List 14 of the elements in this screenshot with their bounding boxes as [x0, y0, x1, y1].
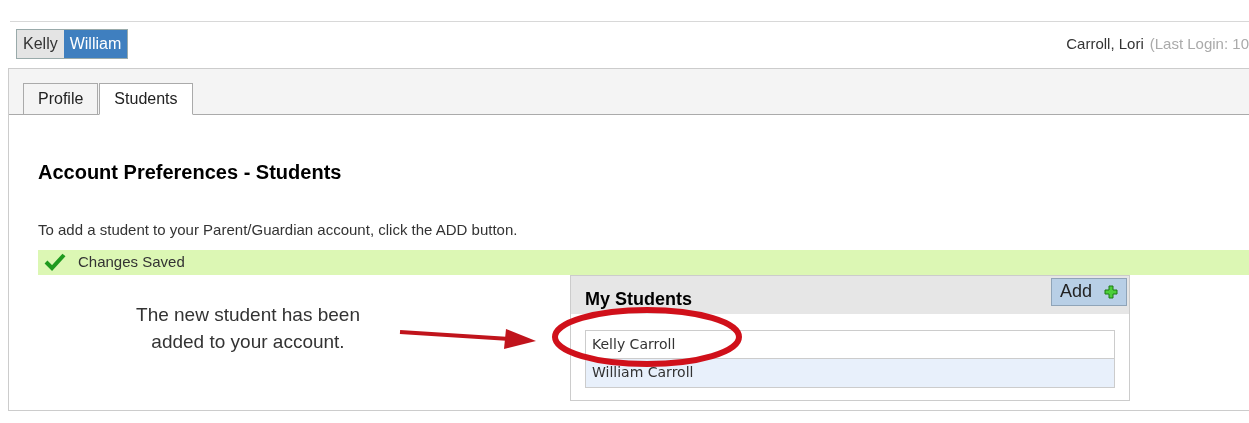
add-button[interactable]: Add: [1050, 277, 1127, 306]
page-heading: Account Preferences - Students: [38, 160, 343, 185]
student-switch-button[interactable]: Kelly: [17, 30, 64, 58]
status-message: Changes Saved: [78, 251, 185, 272]
tab[interactable]: Profile: [23, 83, 99, 114]
plus-icon: [1104, 284, 1118, 299]
checkmark-icon: [44, 253, 66, 271]
callout-text: The new student has been added to your account.: [135, 302, 361, 354]
tab[interactable]: Students: [99, 83, 193, 115]
user-name: Carroll, Lori: [1066, 33, 1144, 54]
student-switch-button[interactable]: William: [63, 30, 128, 58]
last-login-text: (Last Login: 10: [1149, 33, 1249, 54]
instruction-text: To add a student to your Parent/Guardian account, click the ADD button.: [38, 220, 519, 240]
card-title: My Students: [585, 287, 692, 311]
